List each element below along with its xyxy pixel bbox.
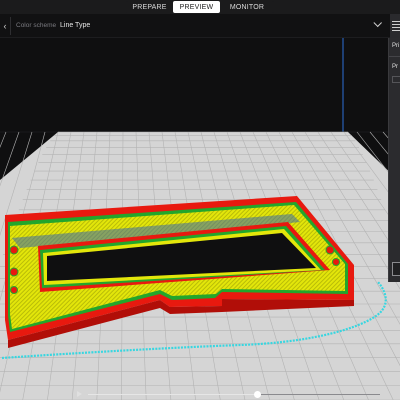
stage-tabs: PREPARE PREVIEW MONITOR xyxy=(126,1,274,13)
tab-monitor[interactable]: MONITOR xyxy=(220,1,274,13)
color-scheme-value: Line Type xyxy=(60,21,91,29)
panel-action-button[interactable] xyxy=(392,262,400,276)
chevron-left-icon[interactable]: ‹ xyxy=(0,20,10,32)
print-settings-panel[interactable]: Pri Pr xyxy=(388,38,400,282)
layer-scrubber-fill xyxy=(88,394,258,395)
preview-viewport[interactable] xyxy=(0,38,400,400)
panel-checkbox[interactable] xyxy=(392,76,400,83)
panel-subtitle: Pr xyxy=(392,64,398,70)
top-bar: PREPARE PREVIEW MONITOR xyxy=(0,0,400,14)
panel-divider xyxy=(389,56,400,57)
boss-left-lower xyxy=(10,286,18,294)
view-toolbar: ‹ Color scheme Line Type xyxy=(0,14,400,38)
layer-scrubber-handle[interactable] xyxy=(253,391,261,398)
boss-left-top xyxy=(9,245,19,255)
toolbar-divider xyxy=(10,17,11,35)
scene-render xyxy=(0,38,400,400)
color-scheme-dropdown[interactable] xyxy=(56,16,380,36)
layer-scrubber-track[interactable] xyxy=(88,394,380,395)
color-scheme-label: Color scheme xyxy=(16,22,57,29)
tab-prepare[interactable]: PREPARE xyxy=(126,1,173,13)
boss-right-top xyxy=(325,245,335,255)
play-icon[interactable] xyxy=(77,391,82,397)
boss-left-bottom xyxy=(9,267,19,277)
settings-sliders-icon[interactable] xyxy=(390,14,400,38)
boss-right-bottom xyxy=(332,258,340,266)
panel-title: Pri xyxy=(392,43,400,49)
tab-preview[interactable]: PREVIEW xyxy=(173,1,220,13)
